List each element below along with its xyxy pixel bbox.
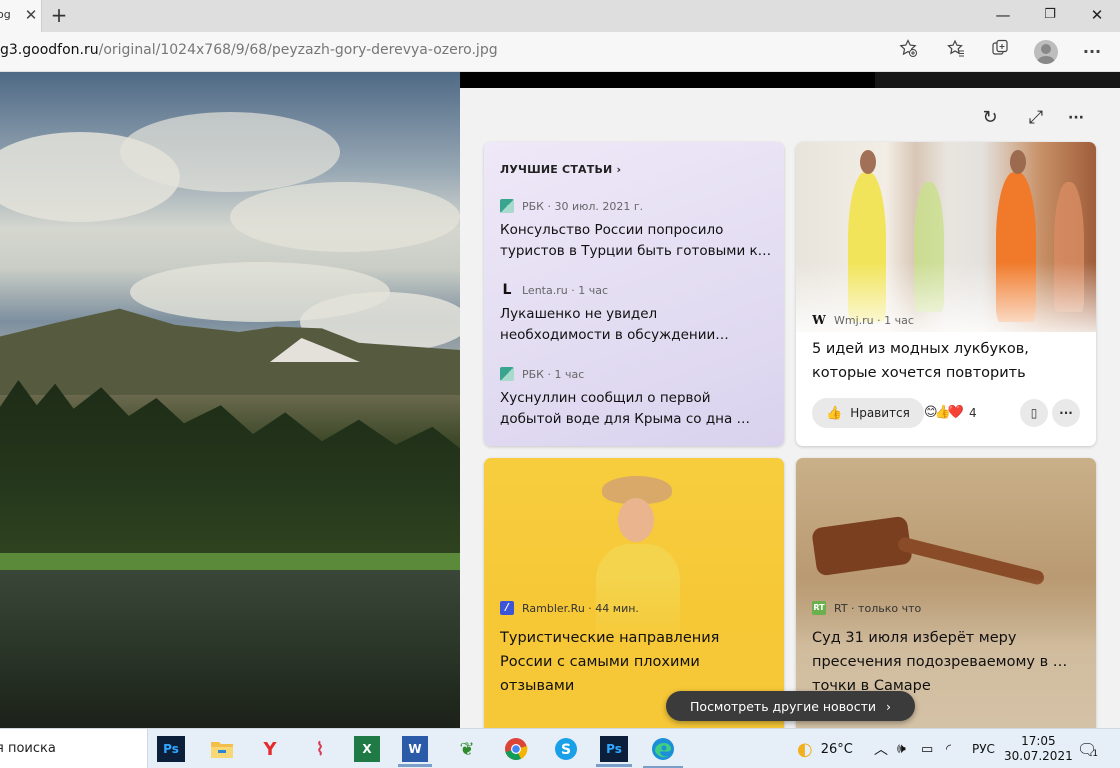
url-host: g3.goodfon.ru xyxy=(0,42,99,58)
refresh-icon[interactable]: ↻ xyxy=(976,104,1004,132)
edge-icon[interactable] xyxy=(643,734,683,768)
dark-strip xyxy=(875,72,1120,88)
article-title: Консульство России попросило туристов в … xyxy=(500,222,758,259)
url-path: /original/1024x768/9/68/peyzazh-gory-der… xyxy=(98,42,498,58)
add-favorite-icon[interactable] xyxy=(894,38,922,66)
article-title: 5 идей из модных лукбуков, которые хочет… xyxy=(812,341,1029,381)
weather-temp: 26°C xyxy=(820,741,853,757)
tab-close-icon[interactable]: ✕ xyxy=(22,5,40,25)
chrome-icon[interactable] xyxy=(500,734,532,764)
photoshop-icon-2[interactable]: Ps xyxy=(596,736,632,767)
volume-icon[interactable]: 🕪 xyxy=(897,729,906,768)
svg-text:S: S xyxy=(561,742,571,758)
new-tab-button[interactable]: + xyxy=(48,5,70,27)
more-news-label: Посмотреть другие новости xyxy=(690,698,876,714)
article-source: Wmj.ru · 1 час xyxy=(834,313,914,327)
profile-icon[interactable] xyxy=(1034,40,1058,64)
show-hidden-icons[interactable]: ︿ xyxy=(874,729,888,768)
expand-icon[interactable]: ⤢ xyxy=(1022,104,1050,132)
notification-icon[interactable]: 🗨 1 xyxy=(1077,729,1098,768)
thumbs-up-icon: 👍 xyxy=(826,405,843,421)
yandex-browser-icon[interactable]: Y xyxy=(254,734,286,764)
weather-icon: ◐ xyxy=(797,738,813,760)
panel-more-icon[interactable]: ··· xyxy=(1062,104,1090,132)
lenta-logo-icon: L xyxy=(502,282,512,298)
like-label: Нравится xyxy=(850,406,910,420)
card-more-icon[interactable]: ··· xyxy=(1052,399,1080,427)
taskbar: я поиска Ps Y ⌇ X W ❦ S Ps ◐ 26°C ︿ 🕪 ▭ ◜… xyxy=(0,728,1120,768)
like-button[interactable]: 👍 Нравится xyxy=(812,398,924,428)
skype-icon[interactable]: S xyxy=(550,734,582,764)
clock-date: 30.07.2021 xyxy=(1004,749,1073,763)
top-story-3[interactable]: РБК · 1 час Хуснуллин сообщил о первой д… xyxy=(500,366,772,430)
wmj-logo-icon: W xyxy=(812,313,826,327)
article-title: Туристические направления России с самым… xyxy=(500,630,720,694)
file-explorer-icon[interactable] xyxy=(206,734,238,764)
bookmark-icon[interactable]: ▯ xyxy=(1020,399,1048,427)
chevron-right-icon: › xyxy=(885,698,891,714)
favorites-icon[interactable] xyxy=(942,38,970,66)
rambler-logo-icon: / xyxy=(500,601,514,615)
article-source: РБК · 30 июл. 2021 г. xyxy=(522,199,644,213)
word-icon[interactable]: W xyxy=(398,736,432,767)
more-news-button[interactable]: Посмотреть другие новости › xyxy=(666,691,915,721)
article-title: Лукашенко не увидел необходимости в обсу… xyxy=(500,306,716,343)
top-stories-heading-text: ЛУЧШИЕ СТАТЬИ xyxy=(500,163,613,176)
wifi-icon[interactable]: ◜ xyxy=(946,729,951,768)
minimize-button[interactable]: — xyxy=(980,2,1026,28)
fashion-article: W Wmj.ru · 1 час 5 идей из модных лукбуко… xyxy=(812,312,1084,385)
maximize-button[interactable]: ❐ xyxy=(1027,2,1073,28)
court-article: RT RT · только что Суд 31 июля изберёт ме… xyxy=(812,600,1084,698)
top-stories-heading[interactable]: ЛУЧШИЕ СТАТЬИ › xyxy=(500,163,621,176)
top-story-2[interactable]: L Lenta.ru · 1 час Лукашенко не увидел не… xyxy=(500,282,772,346)
article-source: РБК · 1 час xyxy=(522,367,585,381)
collections-icon[interactable] xyxy=(986,38,1014,66)
article-source: RT · только что xyxy=(834,601,922,615)
reaction-count: 4 xyxy=(968,405,977,420)
rbc-logo-icon xyxy=(500,367,514,381)
weather-widget[interactable]: ◐ 26°C xyxy=(797,729,853,768)
chevron-right-icon: › xyxy=(616,163,622,176)
top-stories-card: ЛУЧШИЕ СТАТЬИ › РБК · 30 июл. 2021 г. Ко… xyxy=(484,142,784,446)
url-field[interactable]: g3.goodfon.ru/original/1024x768/9/68/pey… xyxy=(0,42,498,58)
rt-logo-icon: RT xyxy=(812,601,826,615)
rbc-logo-icon xyxy=(500,199,514,213)
browser-tab[interactable]: og ✕ xyxy=(0,0,42,32)
travel-article: / Rambler.Ru · 44 мин. Туристические напр… xyxy=(500,600,772,698)
notification-count: 1 xyxy=(1092,749,1099,759)
paint-icon[interactable]: ⌇ xyxy=(304,734,336,764)
sticky-notes-icon[interactable]: ❦ xyxy=(451,734,483,764)
language-indicator[interactable]: РУС xyxy=(972,729,995,768)
browser-more-icon[interactable]: ··· xyxy=(1078,38,1106,66)
reactions[interactable]: 😊👍❤️ 4 xyxy=(924,405,977,420)
tab-strip: og ✕ + — ❐ ✕ xyxy=(0,0,1120,32)
battery-icon[interactable]: ▭ xyxy=(921,729,933,768)
lake xyxy=(0,570,460,728)
close-window-button[interactable]: ✕ xyxy=(1074,2,1120,28)
news-panel: ↻ ⤢ ··· ЛУЧШИЕ СТАТЬИ › РБК · 30 июл. 20… xyxy=(460,88,1120,748)
clock-time: 17:05 xyxy=(1021,734,1056,748)
reaction-emojis-icon: 😊👍❤️ xyxy=(924,405,964,420)
article-source: Lenta.ru · 1 час xyxy=(522,283,608,297)
search-text: я поиска xyxy=(0,741,56,756)
top-story-1[interactable]: РБК · 30 июл. 2021 г. Консульство России… xyxy=(500,198,772,262)
photoshop-icon[interactable]: Ps xyxy=(157,736,185,762)
fashion-news-card[interactable]: W Wmj.ru · 1 час 5 идей из модных лукбуко… xyxy=(796,142,1096,446)
article-title: Суд 31 июля изберёт меру пресечения подо… xyxy=(812,630,1068,694)
address-bar: g3.goodfon.ru/original/1024x768/9/68/pey… xyxy=(0,32,1120,72)
taskbar-search[interactable]: я поиска xyxy=(0,729,148,768)
article-source: Rambler.Ru · 44 мин. xyxy=(522,601,639,615)
tab-title: og xyxy=(0,8,11,21)
excel-icon[interactable]: X xyxy=(354,736,380,762)
clock[interactable]: 17:05 30.07.2021 xyxy=(1004,729,1073,768)
screen: og ✕ + — ❐ ✕ g3.goodfon.ru/original/1024… xyxy=(0,0,1120,768)
article-title: Хуснуллин сообщил о первой добытой воде … xyxy=(500,390,751,427)
